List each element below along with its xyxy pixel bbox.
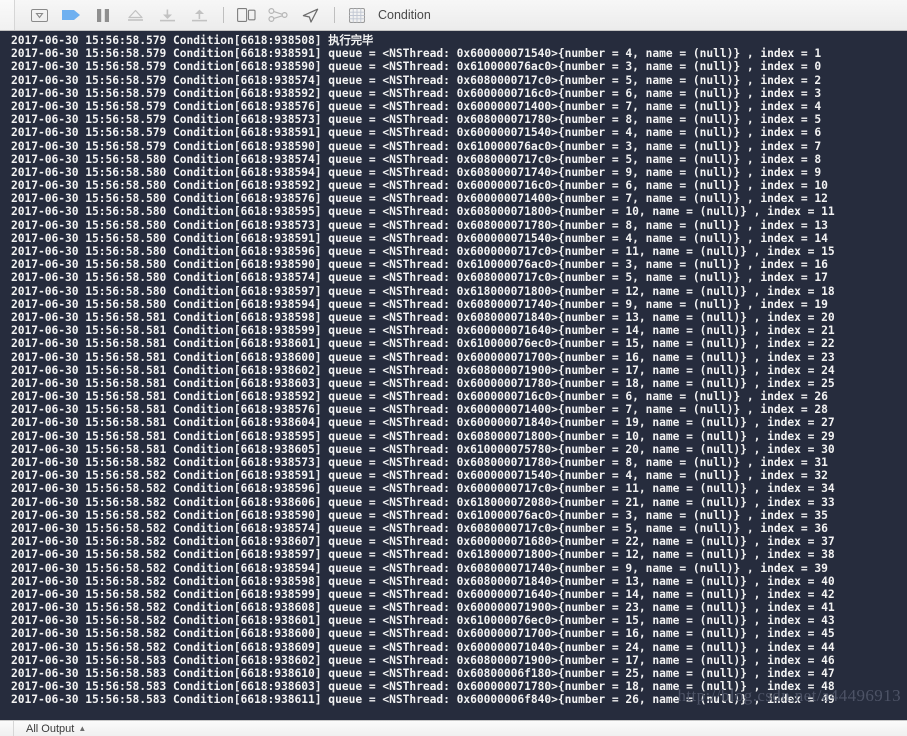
console-log-line: 2017-06-30 15:56:58.580 Condition[6618:9… [11,245,835,258]
console-log-line: 2017-06-30 15:56:58.580 Condition[6618:9… [11,192,828,206]
toolbar-left-gutter [0,0,15,30]
console-log-line: 2017-06-30 15:56:58.582 Condition[6618:9… [11,587,835,601]
step-out-button[interactable] [184,4,214,26]
pause-button[interactable] [88,4,118,26]
console-log-line: 2017-06-30 15:56:58.580 Condition[6618:9… [11,165,822,179]
pause-icon [96,8,110,22]
step-into-icon [158,9,177,22]
debug-view-hierarchy-icon [236,8,256,22]
console-log-line: 2017-06-30 15:56:58.580 Condition[6618:9… [11,205,835,219]
debug-memory-graph-button[interactable] [263,4,293,26]
console-log-line: 2017-06-30 15:56:58.582 Condition[6618:9… [11,548,835,562]
console-log-line: 2017-06-30 15:56:58.579 Condition[6618:9… [11,99,822,113]
step-into-button[interactable] [152,4,182,26]
hide-debug-area-icon [30,8,48,22]
console-log-line: 2017-06-30 15:56:58.582 Condition[6618:9… [11,614,835,628]
console-log-line: 2017-06-30 15:56:58.580 Condition[6618:9… [11,179,828,193]
console-log-line: 2017-06-30 15:56:58.579 Condition[6618:9… [11,60,822,74]
console-log-line: 2017-06-30 15:56:58.582 Condition[6618:9… [11,640,835,654]
simulate-location-button[interactable] [295,4,325,26]
continue-button[interactable] [56,4,86,26]
console-log-line: 2017-06-30 15:56:58.582 Condition[6618:9… [11,535,835,549]
console-log-line: 2017-06-30 15:56:58.580 Condition[6618:9… [11,218,828,232]
console-log-line: 2017-06-30 15:56:58.579 Condition[6618:9… [11,34,374,47]
console-log-line: 2017-06-30 15:56:58.579 Condition[6618:9… [11,139,822,153]
stack-frame-button[interactable] [342,4,372,26]
console-log-line: 2017-06-30 15:56:58.580 Condition[6618:9… [11,258,828,272]
debug-view-hierarchy-button[interactable] [231,4,261,26]
console-log-line: 2017-06-30 15:56:58.583 Condition[6618:9… [11,653,835,667]
console-log-line: 2017-06-30 15:56:58.581 Condition[6618:9… [11,376,835,390]
console-log-line: 2017-06-30 15:56:58.579 Condition[6618:9… [11,47,822,61]
toolbar-separator-2 [334,7,335,23]
step-over-icon [126,9,145,22]
console-log-line: 2017-06-30 15:56:58.580 Condition[6618:9… [11,297,828,311]
toolbar-button-group: Condition [15,0,431,30]
console-log-line: 2017-06-30 15:56:58.579 Condition[6618:9… [11,73,822,87]
console-log-line: 2017-06-30 15:56:58.579 Condition[6618:9… [11,113,822,127]
console-log-line: 2017-06-30 15:56:58.582 Condition[6618:9… [11,482,835,496]
console-output-area[interactable]: 2017-06-30 15:56:58.579 Condition[6618:9… [0,31,907,720]
stack-frame-icon [349,7,365,23]
console-log-line: 2017-06-30 15:56:58.583 Condition[6618:9… [11,667,835,680]
console-log-line: 2017-06-30 15:56:58.582 Condition[6618:9… [11,601,835,615]
console-log-line: 2017-06-30 15:56:58.581 Condition[6618:9… [11,363,835,377]
process-name-label: Condition [378,8,431,22]
console-log-line: 2017-06-30 15:56:58.581 Condition[6618:9… [11,442,835,456]
status-bar-left-gutter [0,721,14,736]
console-log-line: 2017-06-30 15:56:58.581 Condition[6618:9… [11,350,835,364]
step-out-icon [190,9,209,22]
console-log-line: 2017-06-30 15:56:58.581 Condition[6618:9… [11,390,828,404]
toolbar-separator-1 [223,7,224,23]
output-filter-label: All Output [26,722,75,735]
debug-toolbar: Condition [0,0,907,31]
console-log-line: 2017-06-30 15:56:58.582 Condition[6618:9… [11,469,828,483]
console-log-line: 2017-06-30 15:56:58.581 Condition[6618:9… [11,429,835,443]
hide-debug-area-button[interactable] [24,4,54,26]
console-log-line: 2017-06-30 15:56:58.582 Condition[6618:9… [11,521,828,535]
console-log-line: 2017-06-30 15:56:58.582 Condition[6618:9… [11,561,828,575]
continue-program-execution-icon [61,9,81,21]
step-over-button[interactable] [120,4,150,26]
console-log-line: 2017-06-30 15:56:58.580 Condition[6618:9… [11,271,828,285]
console-log-line: 2017-06-30 15:56:58.580 Condition[6618:9… [11,284,835,298]
console-log-line: 2017-06-30 15:56:58.582 Condition[6618:9… [11,508,828,522]
console-log-line: 2017-06-30 15:56:58.582 Condition[6618:9… [11,627,835,641]
simulate-location-icon [302,8,319,23]
console-log-line: 2017-06-30 15:56:58.580 Condition[6618:9… [11,231,828,245]
console-log-line: 2017-06-30 15:56:58.582 Condition[6618:9… [11,456,828,469]
console-log-line: 2017-06-30 15:56:58.579 Condition[6618:9… [11,86,822,100]
console-log-line: 2017-06-30 15:56:58.582 Condition[6618:9… [11,495,835,509]
console-log-line: 2017-06-30 15:56:58.582 Condition[6618:9… [11,574,835,588]
watermark-text: http://blog.csdn.net/a44496913 [677,686,901,705]
console-log-line: 2017-06-30 15:56:58.581 Condition[6618:9… [11,310,835,324]
console-log-line: 2017-06-30 15:56:58.579 Condition[6618:9… [11,126,822,140]
console-log-line: 2017-06-30 15:56:58.580 Condition[6618:9… [11,152,822,166]
debug-memory-graph-icon [267,8,289,22]
console-log-line: 2017-06-30 15:56:58.581 Condition[6618:9… [11,403,828,417]
console-log-list: 2017-06-30 15:56:58.579 Condition[6618:9… [0,34,907,707]
console-status-bar: All Output ▲ [0,720,907,736]
console-log-line: 2017-06-30 15:56:58.581 Condition[6618:9… [11,337,835,351]
chevron-up-down-icon: ▲ [78,723,87,733]
console-log-line: 2017-06-30 15:56:58.581 Condition[6618:9… [11,324,835,338]
console-log-line: 2017-06-30 15:56:58.581 Condition[6618:9… [11,416,835,430]
output-filter-dropdown[interactable]: All Output ▲ [26,723,86,735]
